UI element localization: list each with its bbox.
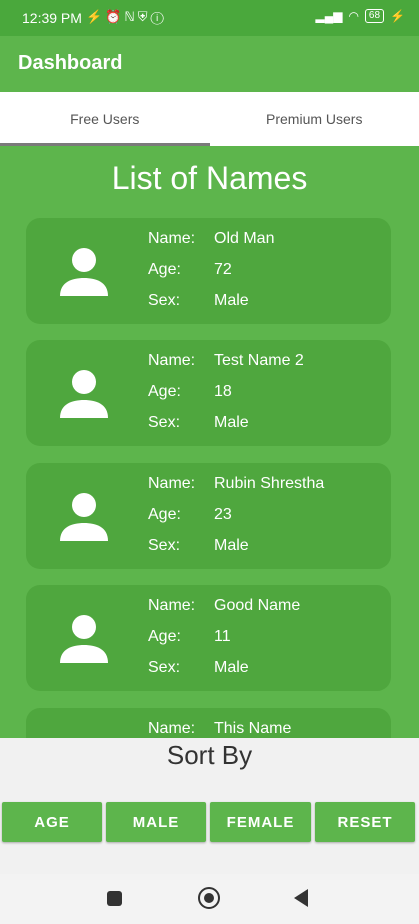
sex-value: Male [214,659,249,676]
person-icon [60,370,108,418]
name-value: Good Name [214,597,301,614]
sex-label: Sex: [148,659,181,676]
tab-free-users[interactable]: Free Users [0,92,210,146]
user-card[interactable]: Name: This Name [26,708,391,738]
signal-icon: ▂▄▆ [315,9,343,23]
age-label: Age: [148,261,181,278]
sort-panel: Sort By AGE MALE FEMALE RESET [0,738,419,874]
name-value: Rubin Shrestha [214,475,325,492]
name-label: Name: [148,230,196,247]
age-label: Age: [148,506,181,523]
sex-value: Male [214,537,249,554]
age-value: 18 [214,383,232,400]
age-value: 72 [214,261,232,278]
sort-reset-button[interactable]: RESET [315,802,415,842]
sex-value: Male [214,414,249,431]
navigation-bar [0,874,419,924]
name-value: Old Man [214,230,275,247]
name-label: Name: [148,475,196,492]
back-icon[interactable] [294,889,308,907]
list-title: List of Names [111,160,308,196]
charging-icon: ⚡ [390,9,405,23]
age-value: 23 [214,506,232,523]
age-label: Age: [148,628,181,645]
sort-female-button[interactable]: FEMALE [210,802,311,842]
sort-age-button[interactable]: AGE [2,802,102,842]
tab-premium-users[interactable]: Premium Users [210,92,419,146]
name-label: Name: [148,597,196,614]
app-bar: Dashboard [0,36,419,92]
notification-icons: ⚡⏰ℕ⛨ⓘ [86,9,167,24]
system-icons: ▂▄▆ ◠ 68 ⚡ [315,9,405,23]
status-time: 12:39 PM [22,10,82,26]
recents-icon[interactable] [107,891,122,906]
sex-label: Sex: [148,414,181,431]
user-list[interactable]: Name: Old Man Age: 72 Sex: Male Name: Te… [0,218,419,738]
name-value: Test Name 2 [214,352,304,369]
person-icon [60,248,108,296]
home-icon[interactable] [198,887,220,909]
name-label: Name: [148,352,196,369]
sort-male-button[interactable]: MALE [106,802,206,842]
age-label: Age: [148,383,181,400]
name-label: Name: [148,720,196,737]
user-card[interactable]: Name: Test Name 2 Age: 18 Sex: Male [26,340,391,446]
sex-label: Sex: [148,292,181,309]
user-card[interactable]: Name: Rubin Shrestha Age: 23 Sex: Male [26,463,391,569]
status-bar: 12:39 PM ⚡⏰ℕ⛨ⓘ ▂▄▆ ◠ 68 ⚡ [0,0,419,36]
name-value: This Name [214,720,292,737]
sort-title: Sort By [166,740,253,770]
wifi-icon: ◠ [348,9,359,23]
age-value: 11 [214,628,231,645]
person-icon [60,493,108,541]
app-title: Dashboard [18,52,123,74]
sex-value: Male [214,292,249,309]
sex-label: Sex: [148,537,181,554]
person-icon [60,615,108,663]
user-card[interactable]: Name: Old Man Age: 72 Sex: Male [26,218,391,324]
tab-bar: Free Users Premium Users [0,92,419,146]
battery-icon: 68 [364,9,385,23]
user-card[interactable]: Name: Good Name Age: 11 Sex: Male [26,585,391,691]
